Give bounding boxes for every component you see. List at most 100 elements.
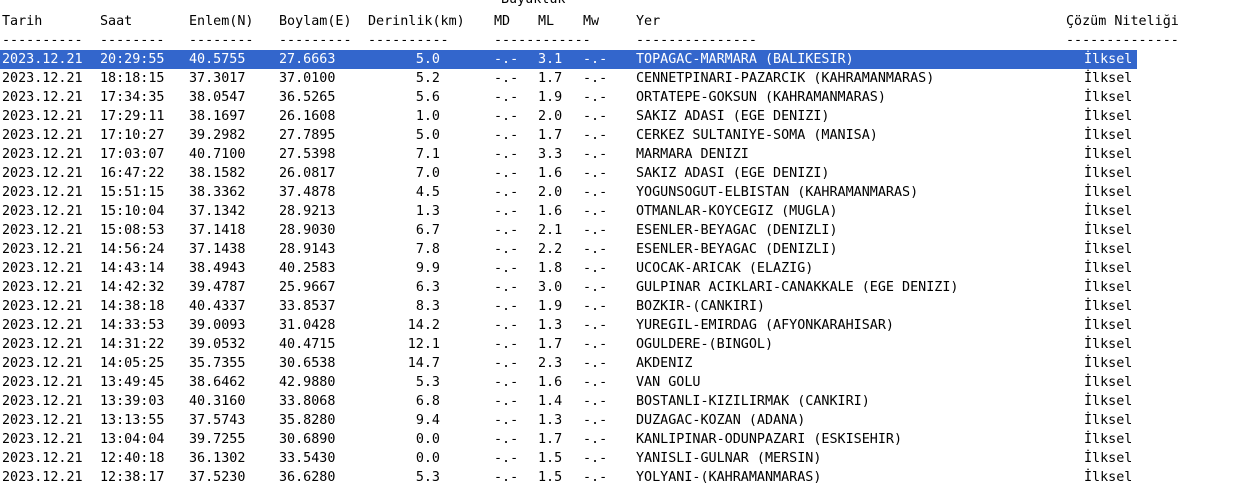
table-row[interactable]: 2023.12.21 14:38:18 40.4337 33.8537 8.3 -.- 1.… (0, 297, 1240, 316)
cell-derinlik: 8.3 (415, 299, 440, 314)
cell-nitelik: İlksel (1084, 109, 1133, 124)
table-row[interactable]: 2023.12.21 20:29:55 40.5755 27.6663 5.0 -.- 3.… (0, 50, 1137, 69)
cell-yer: OTMANLAR-KOYCEGIZ (MUGLA) (636, 204, 838, 219)
cell-ml: 1.9 (538, 90, 563, 105)
cell-ml: 2.0 (538, 185, 563, 200)
cell-tarih: 2023.12.21 (2, 375, 83, 390)
cell-saat: 17:10:27 (100, 128, 165, 143)
cell-yer: ESENLER-BEYAGAC (DENIZLI) (636, 223, 838, 238)
cell-mw: -.- (583, 318, 608, 333)
col-header-boylam: Boylam(E) (279, 14, 352, 29)
cell-boylam: 40.2583 (279, 261, 336, 276)
cell-enlem: 38.1697 (189, 109, 246, 124)
cell-derinlik: 9.9 (415, 261, 440, 276)
cell-derinlik: 1.0 (415, 109, 440, 124)
cell-boylam: 27.6663 (279, 52, 336, 67)
cell-nitelik: İlksel (1084, 90, 1133, 105)
table-row[interactable]: 2023.12.21 17:03:07 40.7100 27.5398 7.1 -.- 3.… (0, 145, 1240, 164)
dash-tarih: ---------- (2, 33, 83, 48)
cell-derinlik: 6.7 (415, 223, 440, 238)
cell-derinlik: 5.0 (415, 128, 440, 143)
cell-nitelik: İlksel (1084, 413, 1133, 428)
cell-derinlik: 5.6 (415, 90, 440, 105)
cell-yer: KANLIPINAR-ODUNPAZARI (ESKISEHIR) (636, 432, 903, 447)
table-row[interactable]: 2023.12.21 17:10:27 39.2982 27.7895 5.0 -.- 1.… (0, 126, 1240, 145)
magnitude-group-label: Büyüklük (501, 0, 566, 9)
cell-yer: YUREGIL-EMIRDAG (AFYONKARAHISAR) (636, 318, 894, 333)
cell-md: -.- (494, 166, 519, 181)
table-row[interactable]: 2023.12.21 17:34:35 38.0547 36.5265 5.6 -.- 1.… (0, 88, 1240, 107)
cell-yer: DUZAGAC-KOZAN (ADANA) (636, 413, 806, 428)
cell-mw: -.- (583, 375, 608, 390)
table-row[interactable]: 2023.12.21 12:38:17 37.5230 36.6280 5.3 -.- 1.… (0, 468, 1240, 487)
cell-yer: MARMARA DENIZI (636, 147, 749, 162)
cell-tarih: 2023.12.21 (2, 470, 83, 485)
table-row[interactable]: 2023.12.21 15:08:53 37.1418 28.9030 6.7 -.- 2.… (0, 221, 1240, 240)
dash-derinlik: ---------- (368, 33, 449, 48)
cell-enlem: 38.3362 (189, 185, 246, 200)
cell-yer: SAKIZ ADASI (EGE DENIZI) (636, 166, 830, 181)
cell-boylam: 26.0817 (279, 166, 336, 181)
cell-mw: -.- (583, 299, 608, 314)
cell-yer: YANISLI-GULNAR (MERSIN) (636, 451, 822, 466)
cell-saat: 17:03:07 (100, 147, 165, 162)
cell-boylam: 42.9880 (279, 375, 336, 390)
cell-saat: 15:08:53 (100, 223, 165, 238)
cell-saat: 18:18:15 (100, 71, 165, 86)
header-separator-line: ---------- -------- -------- --------- -… (0, 31, 1179, 50)
cell-derinlik: 0.0 (415, 432, 440, 447)
cell-tarih: 2023.12.21 (2, 261, 83, 276)
cell-derinlik: 5.0 (415, 52, 440, 67)
table-row[interactable]: 2023.12.21 18:18:15 37.3017 37.0100 5.2 -.- 1.… (0, 69, 1240, 88)
cell-nitelik: İlksel (1084, 280, 1133, 295)
cell-md: -.- (494, 375, 519, 390)
cell-nitelik: İlksel (1084, 204, 1133, 219)
cell-tarih: 2023.12.21 (2, 90, 83, 105)
cell-saat: 16:47:22 (100, 166, 165, 181)
cell-saat: 14:33:53 (100, 318, 165, 333)
table-row[interactable]: 2023.12.21 17:29:11 38.1697 26.1608 1.0 -.- 2.… (0, 107, 1240, 126)
table-row[interactable]: 2023.12.21 14:43:14 38.4943 40.2583 9.9 -.- 1.… (0, 259, 1240, 278)
cell-tarih: 2023.12.21 (2, 299, 83, 314)
cell-yer: BOSTANLI-KIZILIRMAK (CANKIRI) (636, 394, 870, 409)
cell-tarih: 2023.12.21 (2, 242, 83, 257)
cell-derinlik: 6.3 (415, 280, 440, 295)
cell-boylam: 35.8280 (279, 413, 336, 428)
table-row[interactable]: 2023.12.21 13:39:03 40.3160 33.8068 6.8 -.- 1.… (0, 392, 1240, 411)
cell-nitelik: İlksel (1084, 394, 1133, 409)
cell-derinlik: 4.5 (415, 185, 440, 200)
cell-enlem: 37.3017 (189, 71, 246, 86)
cell-enlem: 39.2982 (189, 128, 246, 143)
cell-boylam: 33.8068 (279, 394, 336, 409)
cell-mw: -.- (583, 185, 608, 200)
table-row[interactable]: 2023.12.21 14:42:32 39.4787 25.9667 6.3 -.- 3.… (0, 278, 1240, 297)
cell-boylam: 36.6280 (279, 470, 336, 485)
table-row[interactable]: 2023.12.21 13:13:55 37.5743 35.8280 9.4 -.- 1.… (0, 411, 1240, 430)
cell-mw: -.- (583, 337, 608, 352)
table-row[interactable]: 2023.12.21 14:31:22 39.0532 40.4715 12.1 -.- 1… (0, 335, 1240, 354)
col-header-derinlik: Derinlik(km) (368, 14, 465, 29)
cell-tarih: 2023.12.21 (2, 128, 83, 143)
col-header-saat: Saat (100, 14, 133, 29)
table-row[interactable]: 2023.12.21 13:49:45 38.6462 42.9880 5.3 -.- 1.… (0, 373, 1240, 392)
table-row[interactable]: 2023.12.21 15:51:15 38.3362 37.4878 4.5 -.- 2.… (0, 183, 1240, 202)
table-row[interactable]: 2023.12.21 13:04:04 39.7255 30.6890 0.0 -.- 1.… (0, 430, 1240, 449)
table-row[interactable]: 2023.12.21 15:10:04 37.1342 28.9213 1.3 -.- 1.… (0, 202, 1240, 221)
cell-enlem: 39.0093 (189, 318, 246, 333)
cell-derinlik: 1.3 (415, 204, 440, 219)
cell-saat: 20:29:55 (100, 52, 165, 67)
table-row[interactable]: 2023.12.21 12:40:18 36.1302 33.5430 0.0 -.- 1.… (0, 449, 1240, 468)
cell-tarih: 2023.12.21 (2, 52, 83, 67)
cell-ml: 2.1 (538, 223, 563, 238)
table-row[interactable]: 2023.12.21 16:47:22 38.1582 26.0817 7.0 -.- 1.… (0, 164, 1240, 183)
cell-saat: 14:56:24 (100, 242, 165, 257)
cell-enlem: 37.5743 (189, 413, 246, 428)
cell-ml: 3.0 (538, 280, 563, 295)
cell-mw: -.- (583, 71, 608, 86)
cell-nitelik: İlksel (1084, 242, 1133, 257)
table-row[interactable]: 2023.12.21 14:05:25 35.7355 30.6538 14.7 -.- 2… (0, 354, 1240, 373)
cell-ml: 1.6 (538, 166, 563, 181)
cell-ml: 1.9 (538, 299, 563, 314)
table-row[interactable]: 2023.12.21 14:56:24 37.1438 28.9143 7.8 -.- 2.… (0, 240, 1240, 259)
table-row[interactable]: 2023.12.21 14:33:53 39.0093 31.0428 14.2 -.- 1… (0, 316, 1240, 335)
